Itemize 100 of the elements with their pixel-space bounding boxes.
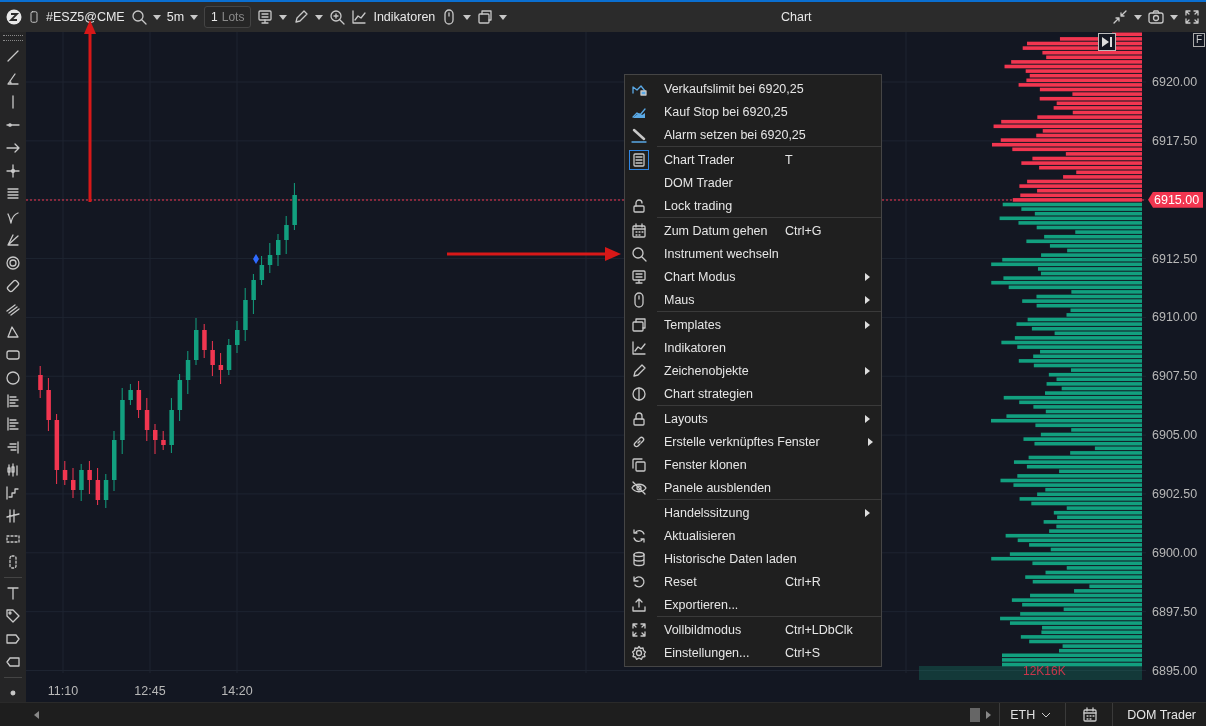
menu-item[interactable]: Zum Datum gehen Ctrl+G <box>625 219 881 242</box>
menu-item[interactable]: Layouts <box>625 407 881 430</box>
scroll-left-icon[interactable] <box>34 710 39 719</box>
bars-icon[interactable] <box>5 393 21 409</box>
dom-trader-button[interactable]: DOM Trader <box>1113 707 1206 722</box>
candle <box>292 182 297 231</box>
menu-item[interactable]: Chart Trader T <box>625 148 881 171</box>
menu-item[interactable]: Indikatoren <box>625 336 881 359</box>
menu-item[interactable]: Reset Ctrl+R <box>625 570 881 593</box>
calendar-icon[interactable] <box>1082 706 1099 723</box>
collapse-icon[interactable] <box>1112 9 1128 25</box>
window-title: Chart <box>781 10 812 24</box>
menu-item[interactable]: Vollbildmodus Ctrl+LDbClk <box>625 618 881 641</box>
label-icon[interactable] <box>5 631 21 647</box>
hatch-icon[interactable] <box>5 508 21 524</box>
menu-item[interactable]: Aktualisieren <box>625 524 881 547</box>
menu-item[interactable]: Fenster klonen <box>625 453 881 476</box>
bars-icon[interactable] <box>5 416 21 432</box>
candle <box>177 373 183 422</box>
menu-item[interactable]: Zeichenobjekte <box>625 359 881 382</box>
scroll-to-end-button[interactable] <box>1098 33 1116 51</box>
triangle-icon[interactable] <box>5 324 21 340</box>
caret-icon[interactable] <box>499 14 508 20</box>
menu-item[interactable]: Einstellungen... Ctrl+S <box>625 641 881 664</box>
menu-item[interactable]: Templates <box>625 313 881 336</box>
menu-item[interactable]: Handelssitzung <box>625 501 881 524</box>
current-price-badge: 6915.00 <box>1148 191 1204 208</box>
caret-icon[interactable] <box>152 14 161 20</box>
menu-item[interactable]: Kauf Stop bei 6920,25 <box>625 100 881 123</box>
menu-item[interactable]: Instrument wechseln <box>625 242 881 265</box>
eye-off-icon <box>631 479 647 496</box>
line-icon[interactable] <box>5 48 21 64</box>
steps-icon[interactable] <box>5 485 21 501</box>
candle <box>54 413 60 485</box>
line-chart-icon <box>631 339 647 356</box>
candle <box>218 352 224 385</box>
rectangle-icon[interactable] <box>5 347 21 363</box>
fullscreen-icon[interactable] <box>1184 9 1200 25</box>
menu-item[interactable]: Exportieren... <box>625 593 881 616</box>
skip-to-end-icon <box>1101 36 1113 48</box>
flag-marker[interactable]: F <box>1193 33 1206 47</box>
text-icon[interactable] <box>5 585 21 601</box>
menu-item[interactable]: Chart strategien <box>625 382 881 405</box>
scroll-thumb[interactable] <box>970 707 981 722</box>
camera-icon[interactable] <box>1148 9 1164 25</box>
price-label: 6912.50 <box>1152 251 1198 266</box>
candles-icon[interactable] <box>5 462 21 478</box>
candle <box>128 383 133 406</box>
interval-selector[interactable]: 5m <box>166 10 185 24</box>
logo-icon[interactable] <box>6 9 22 25</box>
search-icon[interactable] <box>130 9 147 25</box>
caret-icon[interactable] <box>1170 14 1178 20</box>
label-icon[interactable] <box>5 654 21 670</box>
bars-icon[interactable] <box>5 439 21 455</box>
pen-icon <box>631 126 647 143</box>
price-label: 6917.50 <box>1152 133 1198 148</box>
price-label: 6910.00 <box>1152 310 1198 325</box>
crosshair-icon[interactable] <box>5 163 21 179</box>
session-dropdown[interactable]: ETH <box>1000 707 1066 722</box>
candle <box>95 467 101 506</box>
caret-icon[interactable] <box>190 14 199 20</box>
tag-icon[interactable] <box>5 608 21 624</box>
fan-icon[interactable] <box>5 232 21 248</box>
menu-item[interactable]: Historische Daten laden <box>625 547 881 570</box>
ruler-icon[interactable] <box>5 278 21 294</box>
lines-icon[interactable] <box>5 186 21 202</box>
copy-icon <box>631 456 647 473</box>
caret-icon[interactable] <box>279 14 288 20</box>
scroll-right-icon[interactable] <box>986 710 992 719</box>
candle <box>112 430 117 492</box>
candle <box>185 350 191 395</box>
indicators-button[interactable]: Indikatoren <box>373 10 436 24</box>
reset-icon <box>631 573 647 590</box>
menu-item[interactable]: DOM Trader <box>625 171 881 194</box>
angle-icon[interactable] <box>5 71 21 87</box>
price-label: 6895.00 <box>1152 663 1198 678</box>
caret-icon[interactable] <box>315 14 324 20</box>
menu-item[interactable]: Chart Modus <box>625 265 881 288</box>
pencil-icon[interactable] <box>293 9 310 25</box>
spiral-icon[interactable] <box>5 255 21 271</box>
monitor-icon <box>631 268 647 285</box>
menu-item[interactable]: Erstelle verknüpftes Fenster <box>625 430 881 453</box>
grip-handle[interactable] <box>3 35 23 41</box>
monitor-icon[interactable] <box>257 9 274 25</box>
window-icon[interactable] <box>477 9 494 25</box>
menu-item[interactable]: Maus <box>625 288 881 311</box>
candle <box>87 460 92 495</box>
symbol-label[interactable]: #ESZ5@CME <box>46 10 125 24</box>
menu-item[interactable]: Alarm setzen bei 6920,25 <box>625 123 881 146</box>
menu-item[interactable]: Panele ausblenden <box>625 476 881 499</box>
zoom-in-icon[interactable] <box>329 9 346 25</box>
caret-icon[interactable] <box>463 14 472 20</box>
menu-item[interactable]: Verkaufslimit bei 6920,25 <box>625 77 881 100</box>
line-chart-icon[interactable] <box>351 9 368 25</box>
menu-item[interactable]: Lock trading <box>625 194 881 217</box>
lots-field[interactable]: 1 Lots <box>204 6 252 28</box>
price-label: 6905.00 <box>1152 428 1198 443</box>
circle-icon[interactable] <box>5 370 21 386</box>
caret-icon[interactable] <box>1134 14 1142 20</box>
time-label: 11:10 <box>47 684 79 698</box>
